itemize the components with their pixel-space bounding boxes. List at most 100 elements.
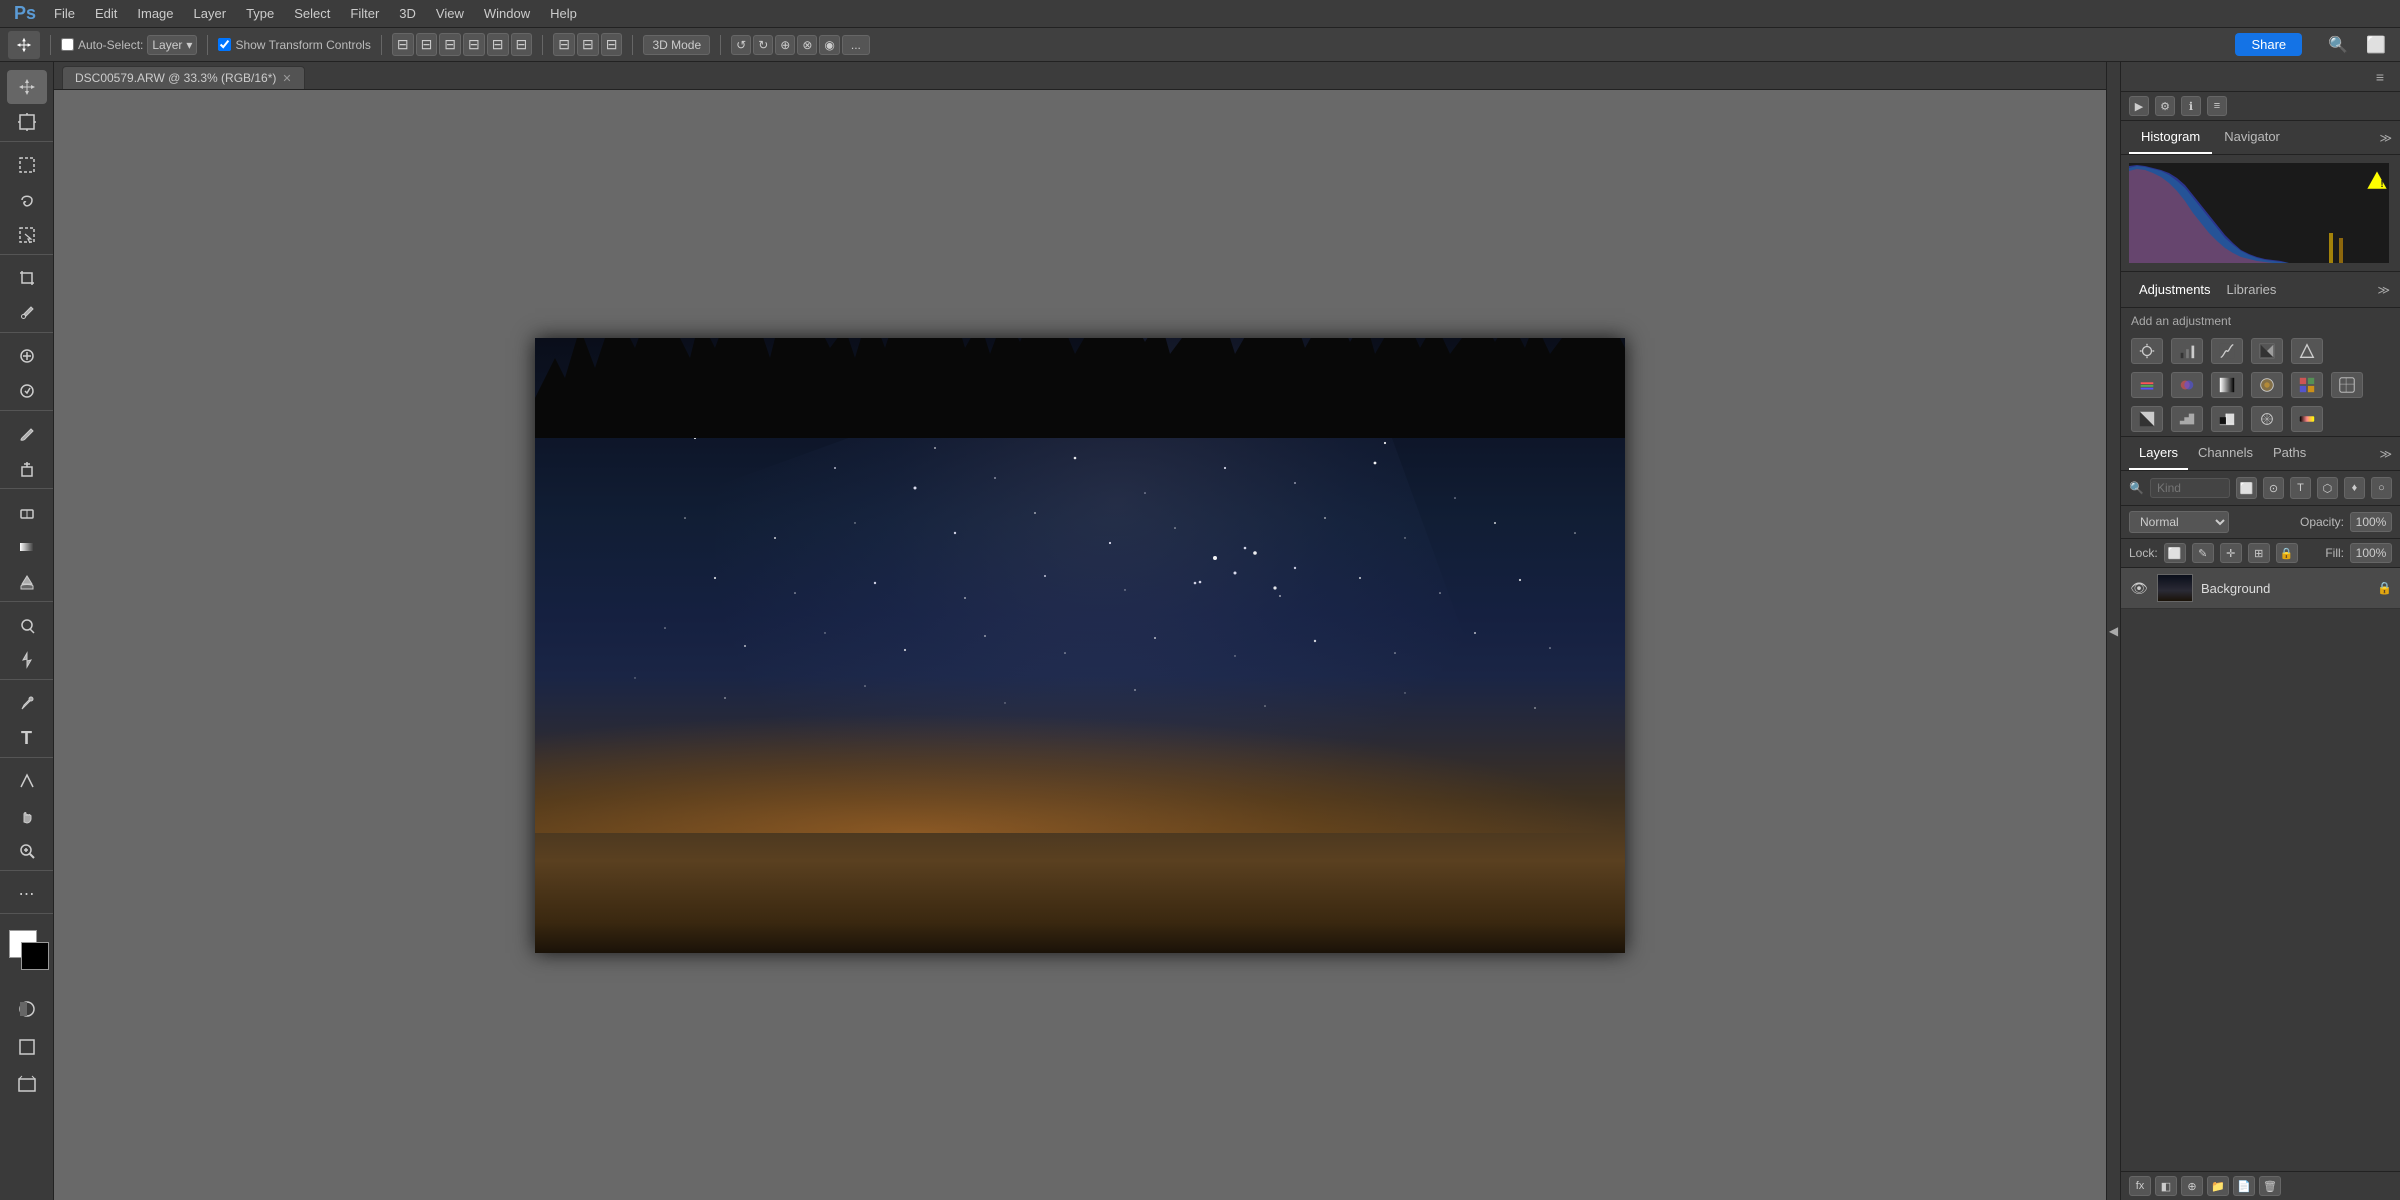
canvas-tab-close[interactable]: ✕ (282, 72, 291, 85)
histogram-info-icon[interactable]: ℹ (2181, 96, 2201, 116)
layer-item[interactable]: 👁 Background 🔒 (2121, 568, 2400, 609)
move-tool[interactable] (7, 70, 47, 104)
menu-select[interactable]: Select (286, 4, 338, 23)
adj-brightness-icon[interactable] (2131, 338, 2163, 364)
crop-tool[interactable] (7, 261, 47, 295)
zoom-tool[interactable] (7, 834, 47, 868)
adj-bw-icon[interactable] (2211, 372, 2243, 398)
tab-adjustments[interactable]: Adjustments (2131, 280, 2219, 299)
more-tools-btn[interactable]: ⋯ (7, 877, 47, 911)
object-select-tool[interactable] (7, 218, 47, 252)
fill-value[interactable]: 100% (2350, 543, 2392, 563)
tab-layers[interactable]: Layers (2129, 437, 2188, 470)
layers-expand-btn[interactable]: ≫ (2379, 447, 2392, 461)
adj-posterize-icon[interactable] (2171, 406, 2203, 432)
add-group-btn[interactable]: 📁 (2207, 1176, 2229, 1196)
adj-exposure-icon[interactable] (2251, 338, 2283, 364)
lock-artboard-btn[interactable]: ⊞ (2248, 543, 2270, 563)
histogram-expand-btn[interactable]: ≫ (2379, 131, 2392, 145)
screen-mode2-btn[interactable] (7, 1068, 47, 1102)
filter-adj-icon[interactable]: ⊙ (2263, 477, 2284, 499)
filter-shape-icon[interactable]: ⬡ (2317, 477, 2338, 499)
dodge-tool[interactable] (7, 608, 47, 642)
extra-btn3[interactable]: ◉ (819, 35, 839, 55)
add-mask-btn[interactable]: ◧ (2155, 1176, 2177, 1196)
menu-window[interactable]: Window (476, 4, 538, 23)
filter-smart-icon[interactable]: ♦ (2344, 477, 2365, 499)
share-button[interactable]: Share (2235, 33, 2302, 56)
align-center-h-btn[interactable]: ⊟ (416, 33, 438, 56)
eraser-tool[interactable] (7, 495, 47, 529)
align-center-v-btn[interactable]: ⊟ (487, 33, 509, 56)
right-panel-collapse[interactable]: ◀ (2106, 62, 2120, 1200)
adj-selectivecolor-icon[interactable] (2251, 406, 2283, 432)
align-left-btn[interactable]: ⊟ (392, 33, 414, 56)
align-top-btn[interactable]: ⊟ (463, 33, 485, 56)
menu-view[interactable]: View (428, 4, 472, 23)
menu-type[interactable]: Type (238, 4, 282, 23)
sharpen-tool[interactable] (7, 643, 47, 677)
rotate-btn[interactable]: ↺ (731, 35, 751, 55)
adj-threshold-icon[interactable] (2211, 406, 2243, 432)
adj-invert-icon[interactable] (2131, 406, 2163, 432)
maximize-btn[interactable]: ⬜ (2360, 33, 2392, 57)
filter-toggle[interactable]: ○ (2371, 477, 2392, 499)
distribute-more-btn[interactable]: ⊟ (601, 33, 623, 56)
histogram-settings-icon[interactable]: ⚙ (2155, 96, 2175, 116)
eyedropper-tool[interactable] (7, 296, 47, 330)
adj-vibrance-icon[interactable] (2291, 338, 2323, 364)
adj-channelmixer-icon[interactable] (2291, 372, 2323, 398)
heal-brush-tool[interactable] (7, 339, 47, 373)
layer-visibility-toggle[interactable]: 👁 (2129, 578, 2149, 598)
lasso-tool[interactable] (7, 183, 47, 217)
spot-heal-tool[interactable] (7, 374, 47, 408)
auto-select-dropdown[interactable]: Layer ▾ (147, 35, 197, 55)
menu-filter[interactable]: Filter (342, 4, 387, 23)
adj-gradientmap-icon[interactable] (2291, 406, 2323, 432)
menu-edit[interactable]: Edit (87, 4, 125, 23)
type-tool[interactable]: T (7, 721, 47, 755)
lock-all-btn[interactable]: 🔒 (2276, 543, 2298, 563)
rotate2-btn[interactable]: ↻ (753, 35, 773, 55)
menu-file[interactable]: File (46, 4, 83, 23)
tab-libraries[interactable]: Libraries (2219, 280, 2285, 299)
adj-expand-btn[interactable]: ≫ (2377, 283, 2390, 297)
menu-layer[interactable]: Layer (186, 4, 235, 23)
lock-position-btn[interactable]: ✛ (2220, 543, 2242, 563)
add-adjustment-btn[interactable]: ⊕ (2181, 1176, 2203, 1196)
histogram-play-btn[interactable]: ▶ (2129, 96, 2149, 116)
3d-mode-btn[interactable]: 3D Mode (643, 35, 710, 55)
adj-levels-icon[interactable] (2171, 338, 2203, 364)
layers-kind-dropdown[interactable] (2150, 478, 2230, 498)
menu-image[interactable]: Image (129, 4, 181, 23)
artboard-tool[interactable] (7, 105, 47, 139)
background-color[interactable] (21, 942, 49, 970)
bucket-tool[interactable] (7, 565, 47, 599)
add-fx-btn[interactable]: fx (2129, 1176, 2151, 1196)
pen-tool[interactable] (7, 686, 47, 720)
filter-pixel-icon[interactable]: ⬜ (2236, 477, 2257, 499)
menu-3d[interactable]: 3D (391, 4, 424, 23)
adj-hsl-icon[interactable] (2131, 372, 2163, 398)
opacity-value[interactable]: 100% (2350, 512, 2392, 532)
more-btn[interactable]: ... (842, 35, 870, 55)
canvas-tab-main[interactable]: DSC00579.ARW @ 33.3% (RGB/16*) ✕ (62, 66, 305, 89)
gradient-tool[interactable] (7, 530, 47, 564)
tab-navigator[interactable]: Navigator (2212, 121, 2292, 154)
histogram-adj-icon[interactable]: ≡ (2207, 96, 2227, 116)
delete-layer-btn[interactable]: 🗑 (2259, 1176, 2281, 1196)
distribute-v-btn[interactable]: ⊟ (577, 33, 599, 56)
tab-paths[interactable]: Paths (2263, 437, 2316, 470)
extra-btn2[interactable]: ⊗ (797, 35, 817, 55)
panel-settings-icon[interactable]: ≡ (2368, 65, 2392, 89)
hand-tool[interactable] (7, 799, 47, 833)
adj-colorswatch-icon[interactable] (2331, 372, 2363, 398)
app-icon[interactable]: Ps (8, 3, 42, 24)
screen-mode-btn[interactable] (7, 1030, 47, 1064)
distribute-h-btn[interactable]: ⊟ (553, 33, 575, 56)
adj-curves-icon[interactable] (2211, 338, 2243, 364)
blend-mode-dropdown[interactable]: Normal (2129, 511, 2229, 533)
search-icon-btn[interactable]: 🔍 (2322, 33, 2354, 57)
quick-mask-btn[interactable] (7, 992, 47, 1026)
marquee-tool[interactable] (7, 148, 47, 182)
